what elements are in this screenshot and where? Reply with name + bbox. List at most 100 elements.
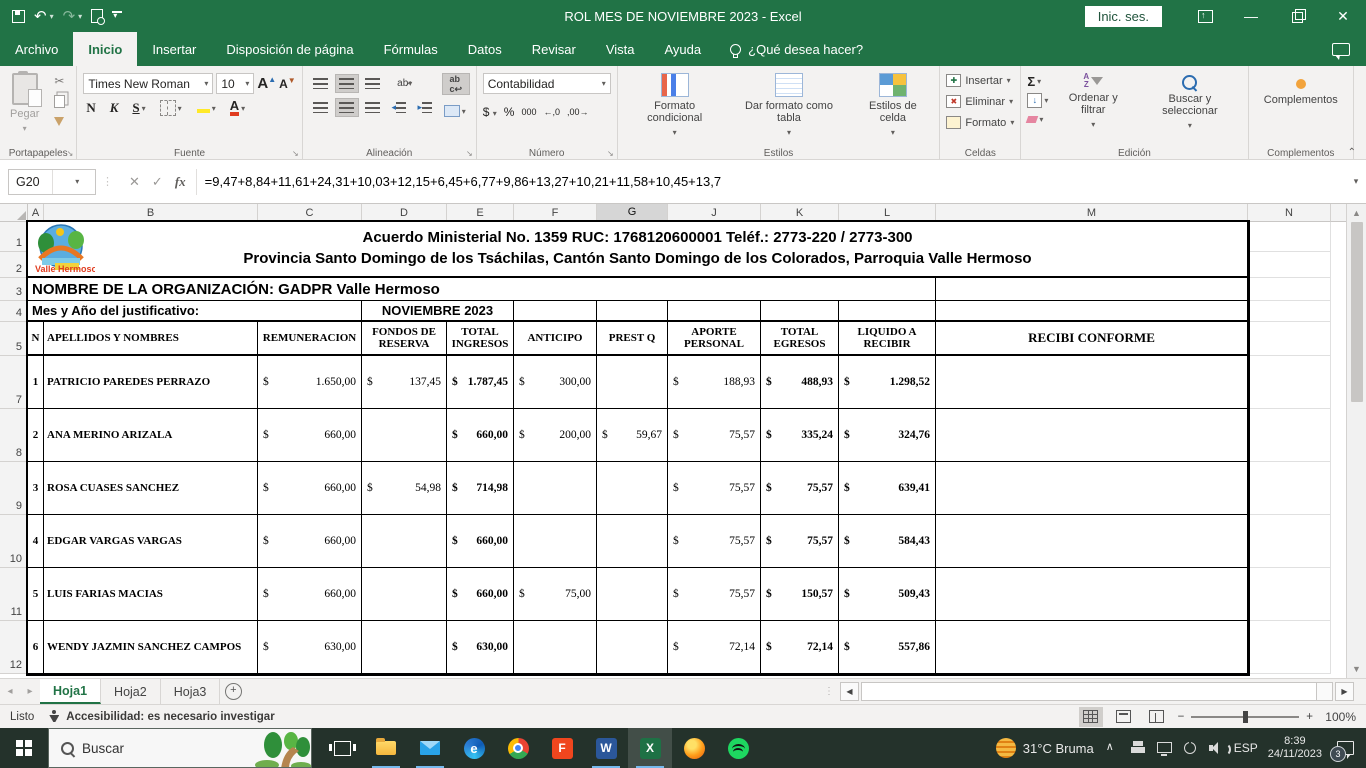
column-header-c[interactable]: C bbox=[258, 204, 362, 222]
align-center-button[interactable] bbox=[334, 98, 359, 117]
row-header-11[interactable]: 11 bbox=[0, 568, 28, 621]
cell-total-egresos[interactable]: $488,93 bbox=[761, 356, 839, 409]
org-name-cell[interactable]: NOMBRE DE LA ORGANIZACIÓN: GADPR Valle H… bbox=[28, 278, 936, 301]
delete-cells-button[interactable]: ✖ Eliminar ▾ bbox=[946, 92, 1013, 111]
cell-aporte-personal[interactable]: $75,57 bbox=[668, 515, 761, 568]
cell-liquido-recibir[interactable]: $584,43 bbox=[839, 515, 936, 568]
sort-filter-button[interactable]: AZ Ordenar y filtrar ▾ bbox=[1053, 71, 1133, 133]
zoom-slider-thumb[interactable] bbox=[1243, 710, 1249, 723]
cell-total-ingresos[interactable]: $1.787,45 bbox=[447, 356, 514, 409]
row-header-1[interactable]: 1 bbox=[0, 222, 28, 252]
column-header-m[interactable]: M bbox=[936, 204, 1248, 222]
merge-center-button[interactable]: ▾ bbox=[442, 101, 468, 121]
empty-cell[interactable] bbox=[761, 301, 839, 322]
row-header-12[interactable]: 12 bbox=[0, 621, 28, 674]
taskbar-app-chrome[interactable] bbox=[496, 728, 540, 768]
empty-cell[interactable] bbox=[936, 301, 1248, 322]
alignment-dialog-launcher-icon[interactable]: ↘ bbox=[466, 149, 473, 158]
accessibility-status[interactable]: Accesibilidad: es necesario investigar bbox=[66, 711, 274, 723]
cell-liquido-recibir[interactable]: $324,76 bbox=[839, 409, 936, 462]
cell-anticipo[interactable]: $200,00 bbox=[514, 409, 597, 462]
empty-grid-cell[interactable] bbox=[1248, 252, 1331, 278]
cell-apellidos-nombres[interactable]: ROSA CUASES SANCHEZ bbox=[44, 462, 258, 515]
cell-recibi-conforme[interactable] bbox=[936, 409, 1248, 462]
taskbar-app-pdf-reader[interactable]: F bbox=[540, 728, 584, 768]
vertical-scrollbar[interactable]: ▲ ▼ bbox=[1346, 204, 1366, 678]
empty-grid-cell[interactable] bbox=[1248, 322, 1331, 356]
collapse-ribbon-icon[interactable]: ⌃ bbox=[1348, 147, 1356, 158]
name-box[interactable]: G20 ▾ bbox=[8, 168, 96, 195]
restore-button[interactable] bbox=[1274, 0, 1320, 32]
empty-grid-cell[interactable] bbox=[1248, 515, 1331, 568]
printer-icon[interactable] bbox=[1130, 740, 1146, 756]
start-button[interactable] bbox=[0, 728, 48, 768]
zoom-out-button[interactable]: − bbox=[1178, 711, 1185, 723]
sign-in-button[interactable]: Inic. ses. bbox=[1084, 5, 1162, 27]
align-right-button[interactable] bbox=[361, 98, 385, 117]
row-header-8[interactable]: 8 bbox=[0, 409, 28, 462]
cell-n[interactable]: 1 bbox=[28, 356, 44, 409]
cell-recibi-conforme[interactable] bbox=[936, 356, 1248, 409]
wrap-text-button[interactable]: ab c↩ bbox=[441, 73, 470, 95]
empty-grid-cell[interactable] bbox=[1248, 621, 1331, 674]
cell-total-ingresos[interactable]: $714,98 bbox=[447, 462, 514, 515]
tray-chevron-up-icon[interactable] bbox=[1104, 740, 1120, 756]
tab-formulas[interactable]: Fórmulas bbox=[369, 32, 453, 66]
cell-total-egresos[interactable]: $75,57 bbox=[761, 515, 839, 568]
empty-cell[interactable] bbox=[839, 301, 936, 322]
cell-liquido-recibir[interactable]: $557,86 bbox=[839, 621, 936, 674]
row-header-10[interactable]: 10 bbox=[0, 515, 28, 568]
empty-grid-cell[interactable] bbox=[1248, 301, 1331, 322]
cell-recibi-conforme[interactable] bbox=[936, 462, 1248, 515]
scroll-up-icon[interactable]: ▲ bbox=[1347, 204, 1366, 222]
name-box-caret-icon[interactable]: ▾ bbox=[51, 169, 96, 194]
insert-cells-button[interactable]: ✚ Insertar ▾ bbox=[946, 71, 1011, 90]
cell-total-ingresos[interactable]: $660,00 bbox=[447, 568, 514, 621]
row-header-5[interactable]: 5 bbox=[0, 322, 28, 356]
volume-icon[interactable] bbox=[1208, 740, 1231, 756]
normal-view-button[interactable] bbox=[1078, 706, 1103, 727]
cell-aporte-personal[interactable]: $188,93 bbox=[668, 356, 761, 409]
font-size-combo[interactable]: 10 ▾ bbox=[216, 73, 255, 94]
clock[interactable]: 8:39 24/11/2023 bbox=[1268, 735, 1322, 761]
percent-style-button[interactable]: % bbox=[504, 105, 515, 119]
cell-aporte-personal[interactable]: $75,57 bbox=[668, 409, 761, 462]
empty-cell[interactable] bbox=[514, 301, 597, 322]
cell-n[interactable]: 2 bbox=[28, 409, 44, 462]
row-header-2[interactable]: 2 bbox=[0, 252, 28, 278]
cell-remuneracion[interactable]: $630,00 bbox=[258, 621, 362, 674]
cell-recibi-conforme[interactable] bbox=[936, 621, 1248, 674]
cell-apellidos-nombres[interactable]: LUIS FARIAS MACIAS bbox=[44, 568, 258, 621]
tab-vista[interactable]: Vista bbox=[591, 32, 650, 66]
cell-n[interactable]: 3 bbox=[28, 462, 44, 515]
row-header-3[interactable]: 3 bbox=[0, 278, 28, 301]
cell-recibi-conforme[interactable] bbox=[936, 515, 1248, 568]
find-select-button[interactable]: Buscar y seleccionar ▾ bbox=[1138, 71, 1241, 134]
bold-button[interactable]: N bbox=[83, 100, 98, 116]
shrink-font-icon[interactable]: A▼ bbox=[279, 76, 296, 91]
minimize-button[interactable]: — bbox=[1228, 0, 1274, 32]
align-left-button[interactable] bbox=[309, 98, 333, 117]
cell-total-egresos[interactable]: $75,57 bbox=[761, 462, 839, 515]
print-preview-icon[interactable] bbox=[91, 9, 106, 25]
clipboard-dialog-launcher-icon[interactable]: ↘ bbox=[67, 149, 74, 158]
undo-caret-icon[interactable]: ▾ bbox=[50, 12, 54, 21]
column-header-d[interactable]: D bbox=[362, 204, 447, 222]
cell-styles-button[interactable]: Estilos de celda ▾ bbox=[852, 71, 933, 141]
grow-font-icon[interactable]: A▲ bbox=[257, 75, 276, 92]
select-all-corner[interactable] bbox=[0, 204, 28, 222]
tab-disposicion-de-pagina[interactable]: Disposición de página bbox=[211, 32, 368, 66]
font-name-combo[interactable]: Times New Roman ▾ bbox=[83, 73, 214, 94]
orientation-button[interactable]: ab̷ ▾ bbox=[393, 74, 417, 93]
cell-fondos-reserva[interactable]: $54,98 bbox=[362, 462, 447, 515]
borders-button[interactable]: ▾ bbox=[157, 100, 185, 116]
align-top-button[interactable] bbox=[309, 74, 333, 93]
period-label-cell[interactable]: Mes y Año del justificativo: bbox=[28, 301, 362, 322]
decrease-decimal-button[interactable]: ,00→ bbox=[567, 107, 589, 117]
cell-total-ingresos[interactable]: $660,00 bbox=[447, 515, 514, 568]
page-break-view-button[interactable] bbox=[1145, 707, 1169, 727]
tab-ayuda[interactable]: Ayuda bbox=[650, 32, 717, 66]
cell-remuneracion[interactable]: $1.650,00 bbox=[258, 356, 362, 409]
cell-anticipo[interactable]: $75,00 bbox=[514, 568, 597, 621]
cell-anticipo[interactable] bbox=[514, 462, 597, 515]
